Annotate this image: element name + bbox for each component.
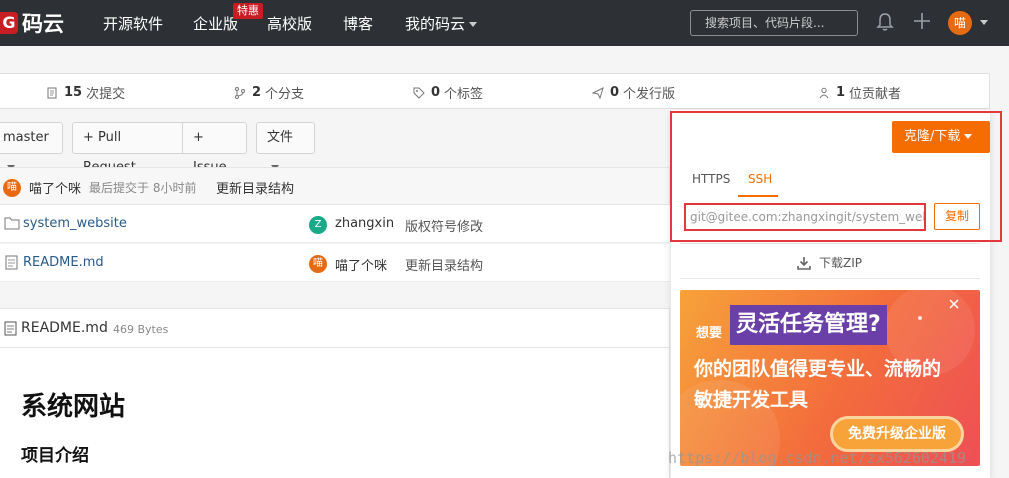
file-menu-label: 文件 bbox=[267, 130, 294, 145]
divider bbox=[680, 243, 980, 244]
ad-highlight-text: 灵活任务管理? bbox=[730, 305, 887, 345]
chevron-down-icon bbox=[469, 22, 478, 27]
nav-my-gitee[interactable]: 我的码云 bbox=[405, 13, 478, 34]
bell-icon[interactable] bbox=[876, 12, 894, 32]
file-author[interactable]: zhangxin bbox=[335, 216, 394, 231]
stat-commits[interactable]: 15 次提交 bbox=[46, 83, 125, 102]
stat-contributors[interactable]: 1 位贡献者 bbox=[818, 83, 901, 102]
contributors-icon bbox=[819, 87, 829, 98]
stat-count: 1 bbox=[836, 85, 846, 100]
watermark: https://blog.csdn.net/zx562602419 bbox=[668, 449, 967, 467]
stat-label: 位贡献者 bbox=[849, 87, 902, 102]
nav-enterprise[interactable]: 企业版 bbox=[193, 13, 238, 34]
hot-badge: 特惠 bbox=[233, 3, 263, 19]
stat-label: 个发行版 bbox=[623, 87, 676, 102]
download-zip-link[interactable]: 下载ZIP bbox=[797, 254, 862, 271]
gitee-logo[interactable]: G 码云 bbox=[0, 8, 64, 38]
chevron-down-icon[interactable] bbox=[980, 20, 988, 25]
file-icon bbox=[4, 321, 17, 336]
search-input[interactable]: 搜索项目、代码片段... bbox=[690, 10, 858, 36]
commit-message[interactable]: 更新目录结构 bbox=[216, 178, 294, 197]
top-navbar: G 码云 开源软件 企业版 特惠 高校版 博客 我的码云 搜索项目、代码片段..… bbox=[0, 0, 1009, 46]
issue-button[interactable]: + Issue bbox=[182, 122, 247, 175]
stat-count: 0 bbox=[431, 85, 441, 100]
commit-icon bbox=[47, 87, 57, 98]
stat-count: 15 bbox=[64, 85, 83, 100]
stat-tags[interactable]: 0 个标签 bbox=[413, 83, 483, 102]
stat-label: 次提交 bbox=[86, 87, 126, 102]
pull-request-button[interactable]: + Pull Request bbox=[72, 122, 183, 175]
tag-icon bbox=[413, 87, 425, 99]
avatar[interactable]: Z bbox=[309, 216, 327, 234]
logo-text: 码云 bbox=[22, 12, 64, 36]
last-commit-row: 喵 喵了个咪 最后提交于 8小时前 更新目录结构 bbox=[0, 167, 670, 205]
stat-label: 个标签 bbox=[444, 87, 484, 102]
readme-heading: 系统网站 bbox=[21, 392, 126, 422]
nav-open-source[interactable]: 开源软件 bbox=[103, 13, 163, 34]
release-icon bbox=[592, 86, 604, 99]
file-name[interactable]: README.md bbox=[23, 255, 104, 270]
file-author[interactable]: 喵了个咪 bbox=[335, 255, 387, 274]
branch-select[interactable]: master bbox=[0, 122, 63, 170]
nav-my-gitee-label: 我的码云 bbox=[405, 15, 466, 33]
highlight-box bbox=[670, 111, 1002, 242]
branch-icon bbox=[235, 86, 245, 99]
avatar[interactable]: 喵 bbox=[3, 179, 21, 197]
divider bbox=[680, 278, 980, 279]
upgrade-enterprise-button[interactable]: 免费升级企业版 bbox=[830, 416, 964, 452]
logo-mark: G bbox=[0, 12, 18, 34]
stat-branches[interactable]: 2 个分支 bbox=[234, 83, 304, 102]
file-name[interactable]: system_website bbox=[23, 216, 127, 231]
stat-count: 2 bbox=[252, 85, 262, 100]
enterprise-ad-banner[interactable]: 想要 灵活任务管理? 你的团队值得更专业、流畅的 敏捷开发工具 免费升级企业版 bbox=[680, 290, 980, 466]
repo-stats-bar: 15 次提交 2 个分支 0 个标签 0 个发行版 1 位贡献者 bbox=[0, 73, 990, 109]
readme-header: README.md 469 Bytes bbox=[0, 308, 670, 348]
stat-count: 0 bbox=[610, 85, 620, 100]
user-avatar[interactable]: 喵 bbox=[948, 11, 972, 35]
readme-filename[interactable]: README.md bbox=[21, 320, 108, 336]
file-commit-message[interactable]: 更新目录结构 bbox=[405, 255, 483, 274]
readme-size: 469 Bytes bbox=[113, 323, 169, 336]
readme-subheading: 项目介绍 bbox=[21, 446, 89, 466]
stat-label: 个分支 bbox=[265, 87, 305, 102]
commit-author[interactable]: 喵了个咪 bbox=[29, 178, 81, 197]
readme-content: 系统网站 项目介绍 bbox=[0, 348, 670, 478]
avatar[interactable]: 喵 bbox=[309, 255, 327, 273]
file-commit-message[interactable]: 版权符号修改 bbox=[405, 216, 483, 235]
plus-icon[interactable] bbox=[912, 11, 932, 31]
table-row[interactable]: system_website Z zhangxin 版权符号修改 bbox=[0, 205, 670, 243]
file-icon bbox=[5, 255, 18, 270]
nav-university[interactable]: 高校版 bbox=[267, 13, 312, 34]
file-menu-button[interactable]: 文件 bbox=[256, 122, 315, 170]
ad-line-1: 你的团队值得更专业、流畅的 bbox=[694, 358, 942, 380]
stat-releases[interactable]: 0 个发行版 bbox=[592, 83, 675, 102]
download-icon bbox=[797, 256, 811, 270]
download-zip-label: 下载ZIP bbox=[819, 256, 862, 270]
nav-blog[interactable]: 博客 bbox=[343, 13, 373, 34]
branch-name: master bbox=[3, 130, 49, 145]
table-row[interactable]: README.md 喵 喵了个咪 更新目录结构 bbox=[0, 244, 670, 282]
ad-line-2: 敏捷开发工具 bbox=[694, 389, 809, 411]
folder-icon bbox=[4, 217, 20, 230]
ad-small-text: 想要 bbox=[696, 326, 723, 341]
commit-meta: 最后提交于 8小时前 bbox=[89, 181, 197, 195]
